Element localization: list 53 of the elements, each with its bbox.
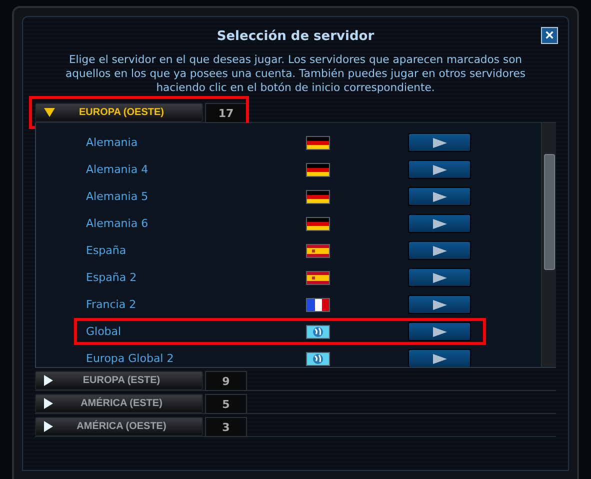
tricolor-flag-icon — [306, 298, 330, 312]
server-count: 9 — [205, 371, 247, 391]
play-icon — [432, 192, 446, 202]
server-count: 5 — [205, 394, 247, 414]
globe-icon — [306, 324, 330, 338]
region-header[interactable]: EUROPA (ESTE) — [35, 371, 203, 390]
server-name: Alemania — [85, 136, 139, 150]
tricolor-flag-icon — [306, 136, 330, 150]
play-button[interactable] — [408, 268, 471, 287]
region-header[interactable]: AMÉRICA (ESTE) — [35, 394, 203, 413]
flag-icon — [306, 270, 330, 284]
description-text: Elige el servidor en el que deseas jugar. Los servidores que aparecen marcados son aquellos en los que ya posees una cuenta. También puedes jugar en otros servidores haciendo clic en el botón de inicio correspondiente. — [64, 53, 526, 95]
server-name: Francia 2 — [85, 298, 138, 312]
play-icon — [432, 272, 446, 282]
server-name: España — [85, 244, 128, 258]
flag-icon — [306, 244, 330, 258]
play-button[interactable] — [408, 349, 471, 367]
tricolor-flag-icon — [306, 216, 330, 230]
play-icon — [432, 138, 446, 148]
server-name: Alemania 4 — [85, 162, 150, 176]
server-name: Alemania 6 — [85, 216, 150, 230]
expand-triangle-icon — [44, 398, 55, 409]
server-name: España 2 — [85, 270, 138, 284]
play-button[interactable] — [408, 322, 471, 341]
expand-triangle-icon — [44, 421, 55, 432]
play-button[interactable] — [408, 187, 471, 206]
server-name: Alemania 5 — [85, 190, 150, 204]
play-icon — [432, 300, 446, 310]
globe-icon — [306, 352, 330, 366]
play-button[interactable] — [408, 295, 471, 314]
region-header[interactable]: AMÉRICA (OESTE) — [35, 417, 203, 436]
region-header[interactable]: EUROPA (OESTE) — [35, 103, 203, 122]
server-name: Europa Global 2 — [85, 352, 175, 366]
play-icon — [432, 354, 446, 364]
collapse-triangle-icon — [44, 108, 55, 117]
server-count: 17 — [205, 103, 247, 123]
close-button[interactable]: × — [541, 27, 558, 44]
scrollbar-thumb[interactable] — [544, 154, 555, 270]
server-count: 3 — [205, 417, 247, 437]
play-icon — [432, 164, 446, 174]
expand-triangle-icon — [44, 375, 55, 386]
tricolor-flag-icon — [306, 190, 330, 204]
server-name: Global — [85, 324, 122, 338]
play-icon — [432, 246, 446, 256]
window-title: Selección de servidor — [216, 28, 374, 44]
play-icon — [432, 218, 446, 228]
play-button[interactable] — [408, 241, 471, 260]
play-button[interactable] — [408, 133, 471, 152]
play-icon — [432, 326, 446, 336]
scrollbar-track[interactable] — [541, 123, 556, 367]
tricolor-flag-icon — [306, 162, 330, 176]
play-button[interactable] — [408, 160, 471, 179]
play-button[interactable] — [408, 214, 471, 233]
